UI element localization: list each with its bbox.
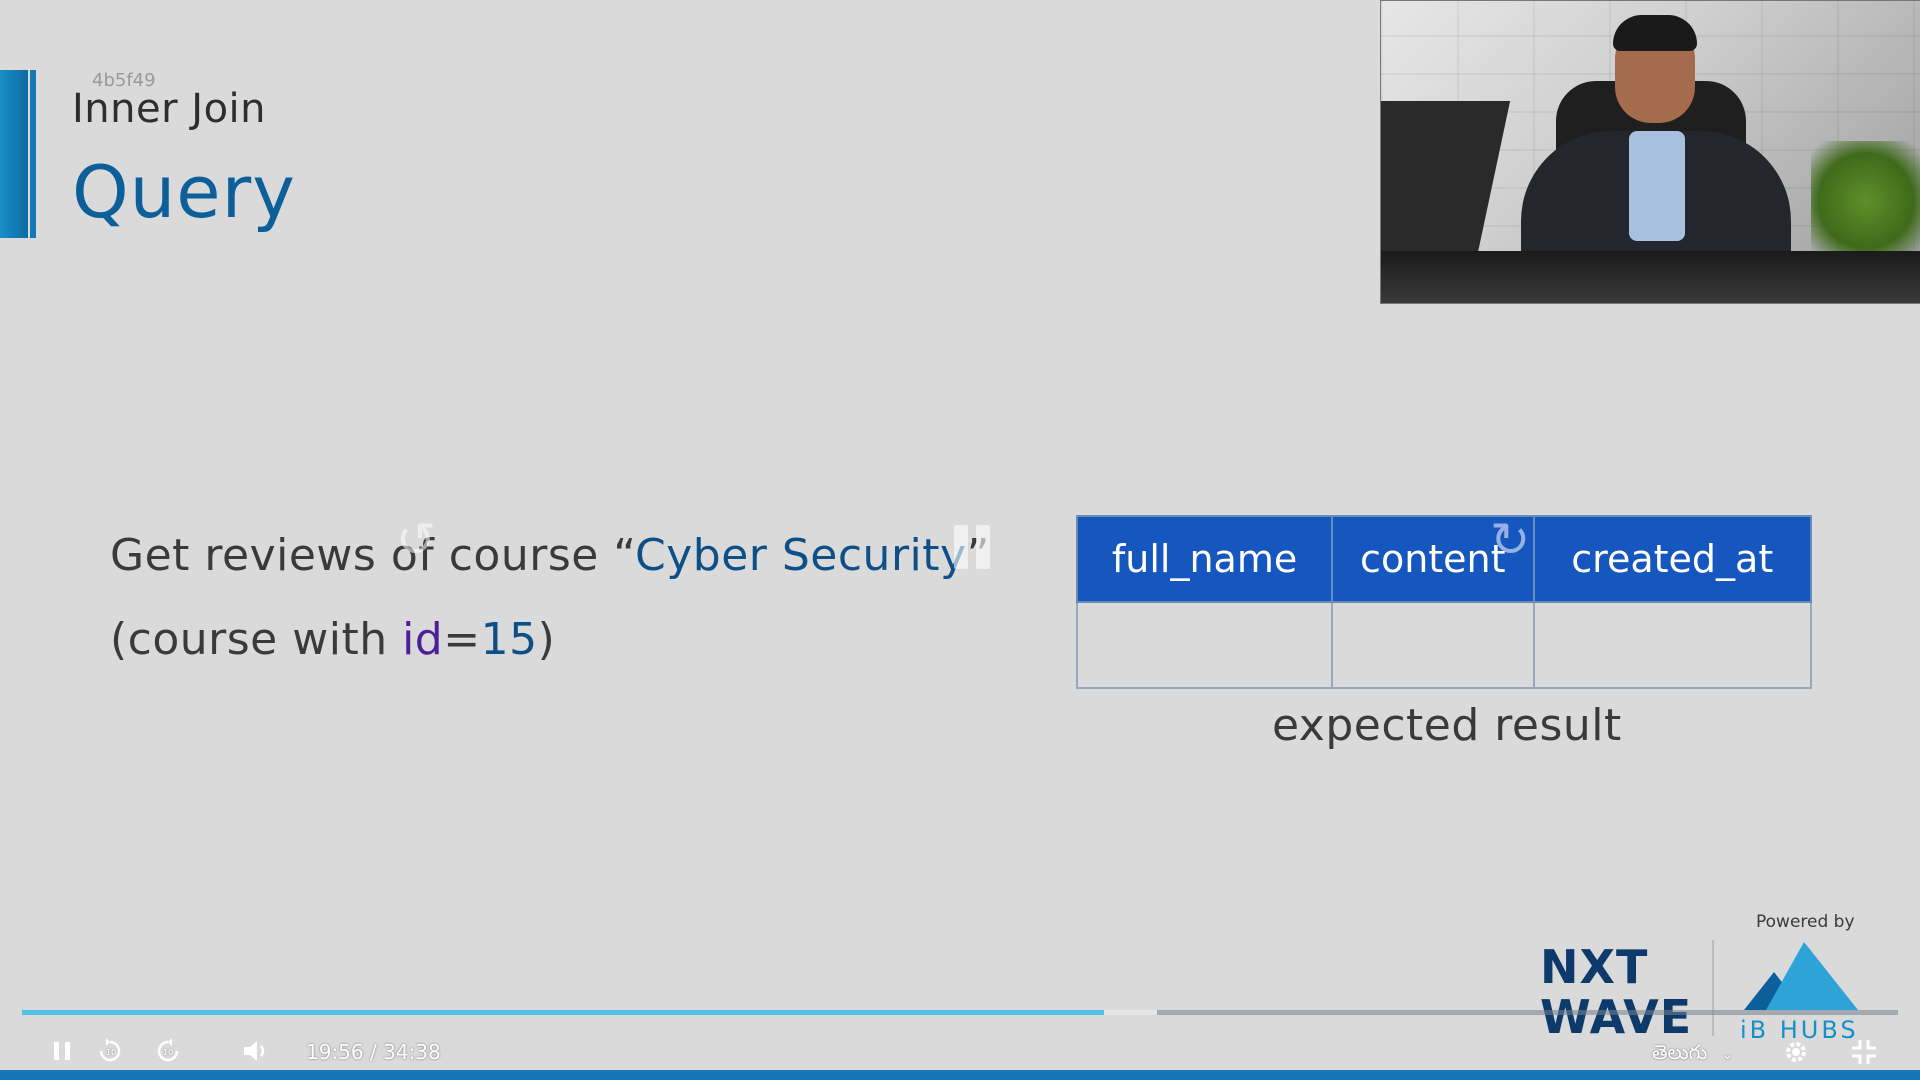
webcam-desk [1381, 251, 1920, 303]
rewind-10-button[interactable]: 10 [92, 1028, 128, 1074]
instructor-webcam [1380, 0, 1920, 304]
volume-button[interactable] [238, 1028, 274, 1074]
table-caption: expected result [1272, 700, 1622, 751]
table-cell [1532, 601, 1813, 689]
player-controls: 10 10 [0, 1028, 1920, 1074]
language-selector[interactable]: తెలుగు ⌄ [1652, 1040, 1733, 1069]
pause-icon [54, 1042, 70, 1060]
prompt-open: (course with [110, 614, 403, 665]
table-cell [1075, 601, 1334, 689]
webcam-person-hair [1613, 15, 1697, 51]
settings-button[interactable] [1782, 1038, 1810, 1070]
prompt-key: id [402, 614, 444, 665]
time-separator: / [370, 1040, 377, 1064]
current-time: 19:56 [306, 1040, 364, 1064]
prompt-eq: = [443, 614, 481, 665]
table-header-cell: full_name [1075, 515, 1334, 603]
forward-10-button[interactable]: 10 [150, 1028, 186, 1074]
pause-button[interactable] [44, 1028, 80, 1074]
webcam-person-shirt [1629, 131, 1685, 241]
volume-icon [244, 1041, 265, 1061]
overlay-pause-icon[interactable] [950, 525, 994, 569]
time-display: 19:56 / 34:38 [306, 1040, 441, 1064]
prompt-line-1: Get reviews of course “Cyber Security” [110, 530, 990, 581]
expected-result-table: full_name content created_at [1075, 515, 1813, 689]
accent-bar-secondary [30, 70, 36, 238]
table-row [1075, 601, 1813, 689]
exit-fullscreen-button[interactable] [1850, 1038, 1878, 1070]
rewind-10-icon: 10 [99, 1038, 121, 1062]
prompt-close: ) [537, 614, 556, 665]
table-header-row: full_name content created_at [1075, 515, 1813, 603]
pause-bar [976, 525, 990, 569]
prompt-prefix: Get reviews of course “ [110, 530, 636, 581]
table-header-cell: created_at [1532, 515, 1813, 603]
forward-10-icon: 10 [157, 1038, 179, 1062]
slide-title: Query [72, 150, 296, 234]
exit-fullscreen-icon [1852, 1040, 1876, 1064]
nxtwave-logo-line1: NXT [1540, 940, 1649, 994]
prompt-line-2: (course with id=15) [110, 614, 555, 665]
chevron-down-icon: ⌄ [1721, 1047, 1734, 1063]
svg-text:10: 10 [163, 1048, 173, 1057]
nxtwave-logo: NXT WAVE [1540, 942, 1692, 1042]
progress-played[interactable] [22, 1010, 1105, 1015]
svg-text:10: 10 [106, 1048, 116, 1057]
bottom-accent-strip [0, 1070, 1920, 1080]
pause-bar [954, 525, 968, 569]
overlay-rewind-icon[interactable]: ↺ [386, 510, 446, 570]
gear-icon [1786, 1042, 1806, 1062]
accent-bar [0, 70, 28, 238]
prompt-course-name: Cyber Security [635, 530, 967, 581]
slide-subtitle: Inner Join [72, 86, 267, 132]
prompt-value: 15 [480, 614, 538, 665]
powered-by-label: Powered by [1756, 912, 1855, 932]
table-cell [1331, 601, 1535, 689]
duration: 34:38 [383, 1040, 441, 1064]
overlay-forward-icon[interactable]: ↻ [1480, 510, 1540, 570]
language-label: తెలుగు [1652, 1040, 1708, 1064]
logo-divider [1712, 940, 1714, 1036]
slide: 4b5f49 Inner Join Query Get reviews of c… [0, 0, 1920, 1080]
